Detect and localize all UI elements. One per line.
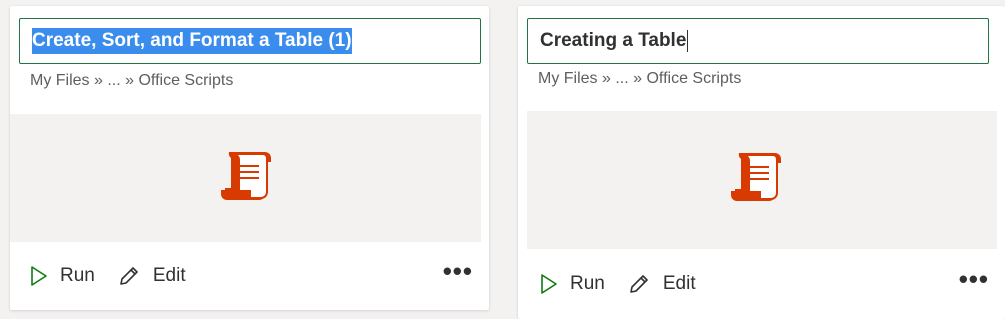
script-name-input[interactable]: Creating a Table	[527, 18, 989, 64]
run-label: Run	[570, 273, 605, 294]
card-actions: Run Edit •••	[30, 258, 477, 294]
script-card-1[interactable]: Create, Sort, and Format a Table (1) My …	[10, 6, 489, 310]
office-script-icon	[221, 152, 271, 200]
edit-button[interactable]: Edit	[117, 264, 186, 288]
script-thumbnail[interactable]	[10, 114, 481, 242]
play-icon	[31, 266, 47, 286]
more-options-icon[interactable]: •••	[439, 258, 477, 294]
breadcrumb: My Files » ... » Office Scripts	[538, 70, 742, 87]
run-button[interactable]: Run	[30, 265, 95, 287]
card-actions: Run Edit •••	[540, 266, 993, 302]
run-label: Run	[60, 265, 95, 286]
script-name-text: Creating a Table	[540, 30, 687, 51]
breadcrumb: My Files » ... » Office Scripts	[30, 72, 234, 89]
edit-label: Edit	[662, 273, 696, 294]
text-caret	[687, 30, 689, 52]
script-thumbnail[interactable]	[527, 111, 997, 249]
pencil-icon	[120, 267, 138, 285]
play-icon	[541, 274, 557, 294]
edit-button[interactable]: Edit	[627, 272, 696, 296]
office-script-icon	[731, 153, 781, 201]
script-card-2[interactable]: Creating a Table My Files » ... » Office…	[518, 6, 1005, 319]
script-name-selected-text: Create, Sort, and Format a Table (1)	[32, 28, 352, 54]
edit-label: Edit	[152, 265, 186, 286]
run-button[interactable]: Run	[540, 273, 605, 295]
more-options-icon[interactable]: •••	[955, 266, 993, 302]
pencil-icon	[630, 275, 648, 293]
script-name-input[interactable]: Create, Sort, and Format a Table (1)	[19, 18, 481, 64]
